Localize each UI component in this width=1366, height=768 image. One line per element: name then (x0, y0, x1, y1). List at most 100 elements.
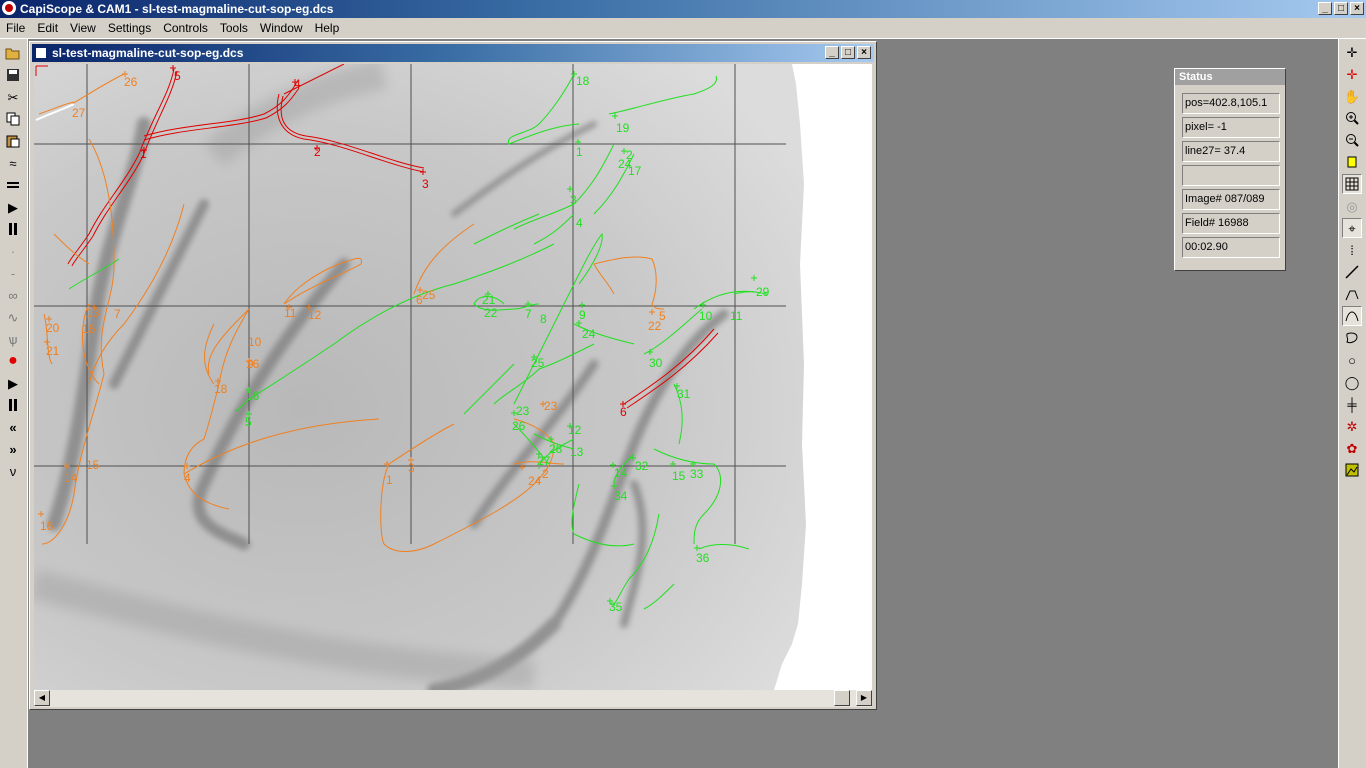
orange-label: 1 (386, 473, 393, 487)
orange-label: 6 (416, 293, 423, 307)
circle-tool-icon[interactable]: ○ (1342, 350, 1362, 370)
copy-icon[interactable] (3, 109, 23, 129)
microscopy-image[interactable]: 5 4 1 2 3 6 26 27 25 6 11 12 13 7 16 20 … (34, 64, 872, 690)
wave-icon[interactable]: ≈ (3, 153, 23, 173)
signal-icon[interactable]: ѱ (3, 329, 23, 349)
maximize-button[interactable]: □ (1334, 2, 1348, 15)
orange-label: 14 (64, 471, 78, 485)
menu-file[interactable]: File (0, 21, 31, 35)
orange-label: 23 (544, 399, 558, 413)
paste-icon[interactable] (3, 131, 23, 151)
green-label: 28 (549, 442, 563, 456)
pause-icon[interactable] (3, 219, 23, 239)
green-label: 36 (696, 551, 710, 565)
select-region-icon[interactable]: ⌖ (1342, 218, 1362, 238)
menu-view[interactable]: View (64, 21, 102, 35)
pause-icon-2[interactable] (3, 395, 23, 415)
menu-tools[interactable]: Tools (214, 21, 254, 35)
open-folder-icon[interactable] (3, 43, 23, 63)
green-label: 3 (570, 193, 577, 207)
green-label: 31 (677, 387, 691, 401)
line-tool-icon[interactable] (1342, 262, 1362, 282)
scroll-left-button[interactable]: ◀ (34, 690, 50, 706)
red-cluster-icon[interactable]: ✿ (1342, 438, 1362, 458)
orange-label: 3 (408, 461, 415, 475)
orange-label: 11 (284, 306, 297, 320)
orange-label: 26 (124, 75, 138, 89)
red-bug-icon[interactable]: ✲ (1342, 416, 1362, 436)
zoom-out-icon[interactable] (1342, 130, 1362, 150)
equals-icon[interactable] (3, 175, 23, 195)
rewind-icon[interactable]: « (3, 417, 23, 437)
freehand-shape-icon[interactable] (1342, 328, 1362, 348)
hand-icon[interactable]: ✋ (1342, 86, 1362, 106)
dot-icon[interactable]: · (3, 241, 23, 261)
split-tool-icon[interactable]: ╪ (1342, 394, 1362, 414)
record-icon[interactable]: ● (3, 351, 23, 371)
doc-maximize-button[interactable]: □ (841, 46, 855, 59)
save-icon[interactable] (3, 65, 23, 85)
green-label: 26 (512, 419, 526, 433)
status-image: Image# 087/089 (1182, 189, 1280, 210)
orange-label: 16 (82, 322, 96, 336)
green-label: 8 (540, 312, 547, 326)
menu-help[interactable]: Help (309, 21, 346, 35)
green-label: 21 (482, 293, 496, 307)
ellipse-tool-icon[interactable]: ◯ (1342, 372, 1362, 392)
red-label: 5 (174, 69, 181, 83)
left-toolbar: ✂ ≈ ▶ · - ∞ ∿ ѱ ● ▶ « » ν (0, 39, 28, 768)
pointer-cross-icon[interactable]: ✛ (1342, 42, 1362, 62)
menu-settings[interactable]: Settings (102, 21, 157, 35)
document-window: sl-test-magmaline-cut-sop-eg.dcs _ □ × 5… (29, 41, 877, 710)
highlight-icon[interactable] (1342, 152, 1362, 172)
doc-close-button[interactable]: × (857, 46, 871, 59)
red-label: 1 (140, 147, 147, 161)
dotted-grid-icon[interactable]: ⁞ (1342, 240, 1362, 260)
green-label: 27 (537, 454, 551, 468)
scroll-right-button[interactable]: ▶ (856, 690, 872, 706)
menu-controls[interactable]: Controls (157, 21, 214, 35)
green-label: 30 (649, 356, 663, 370)
scroll-thumb[interactable] (834, 690, 850, 706)
orange-label: 12 (308, 308, 322, 322)
green-label: 1 (576, 145, 583, 159)
green-label: 18 (576, 74, 590, 88)
zoom-in-icon[interactable] (1342, 108, 1362, 128)
minimize-button[interactable]: _ (1318, 2, 1332, 15)
image-canvas[interactable]: 5 4 1 2 3 6 26 27 25 6 11 12 13 7 16 20 … (34, 64, 872, 690)
play-icon-2[interactable]: ▶ (3, 373, 23, 393)
green-label: 29 (756, 285, 770, 299)
grid-icon[interactable] (1342, 174, 1362, 194)
v-icon[interactable]: ν (3, 461, 23, 481)
menu-edit[interactable]: Edit (31, 21, 64, 35)
document-icon (35, 47, 47, 59)
status-panel: Status pos=402.8,105.1 pixel= -1 line27=… (1174, 68, 1286, 271)
dash-icon[interactable]: - (3, 263, 23, 283)
status-line: line27= 37.4 (1182, 141, 1280, 162)
glasses-icon[interactable]: ∞ (3, 285, 23, 305)
image-tool-icon[interactable] (1342, 460, 1362, 480)
polyline-tool-icon[interactable] (1342, 284, 1362, 304)
doc-minimize-button[interactable]: _ (825, 46, 839, 59)
app-title: CapiScope & CAM1 - sl-test-magmaline-cut… (20, 2, 334, 16)
menu-window[interactable]: Window (254, 21, 309, 35)
close-button[interactable]: × (1350, 2, 1364, 15)
green-label: 13 (570, 445, 584, 459)
fast-forward-icon[interactable]: » (3, 439, 23, 459)
red-cross-icon[interactable]: ✛ (1342, 64, 1362, 84)
cut-icon[interactable]: ✂ (3, 87, 23, 107)
horizontal-scrollbar[interactable]: ◀ ▶ (34, 690, 872, 707)
orange-label: 13 (86, 306, 100, 320)
target-icon[interactable]: ◎ (1342, 196, 1362, 216)
orange-label: 15 (86, 458, 100, 472)
waveform-icon[interactable]: ∿ (3, 307, 23, 327)
play-icon[interactable]: ▶ (3, 197, 23, 217)
curve-tool-icon[interactable] (1342, 306, 1362, 326)
green-label: 10 (699, 309, 713, 323)
green-label: 17 (628, 164, 642, 178)
red-label: 2 (314, 145, 321, 159)
status-empty (1182, 165, 1280, 186)
orange-label: 27 (72, 106, 86, 120)
red-label: 4 (294, 77, 301, 91)
orange-label: 25 (422, 288, 436, 302)
